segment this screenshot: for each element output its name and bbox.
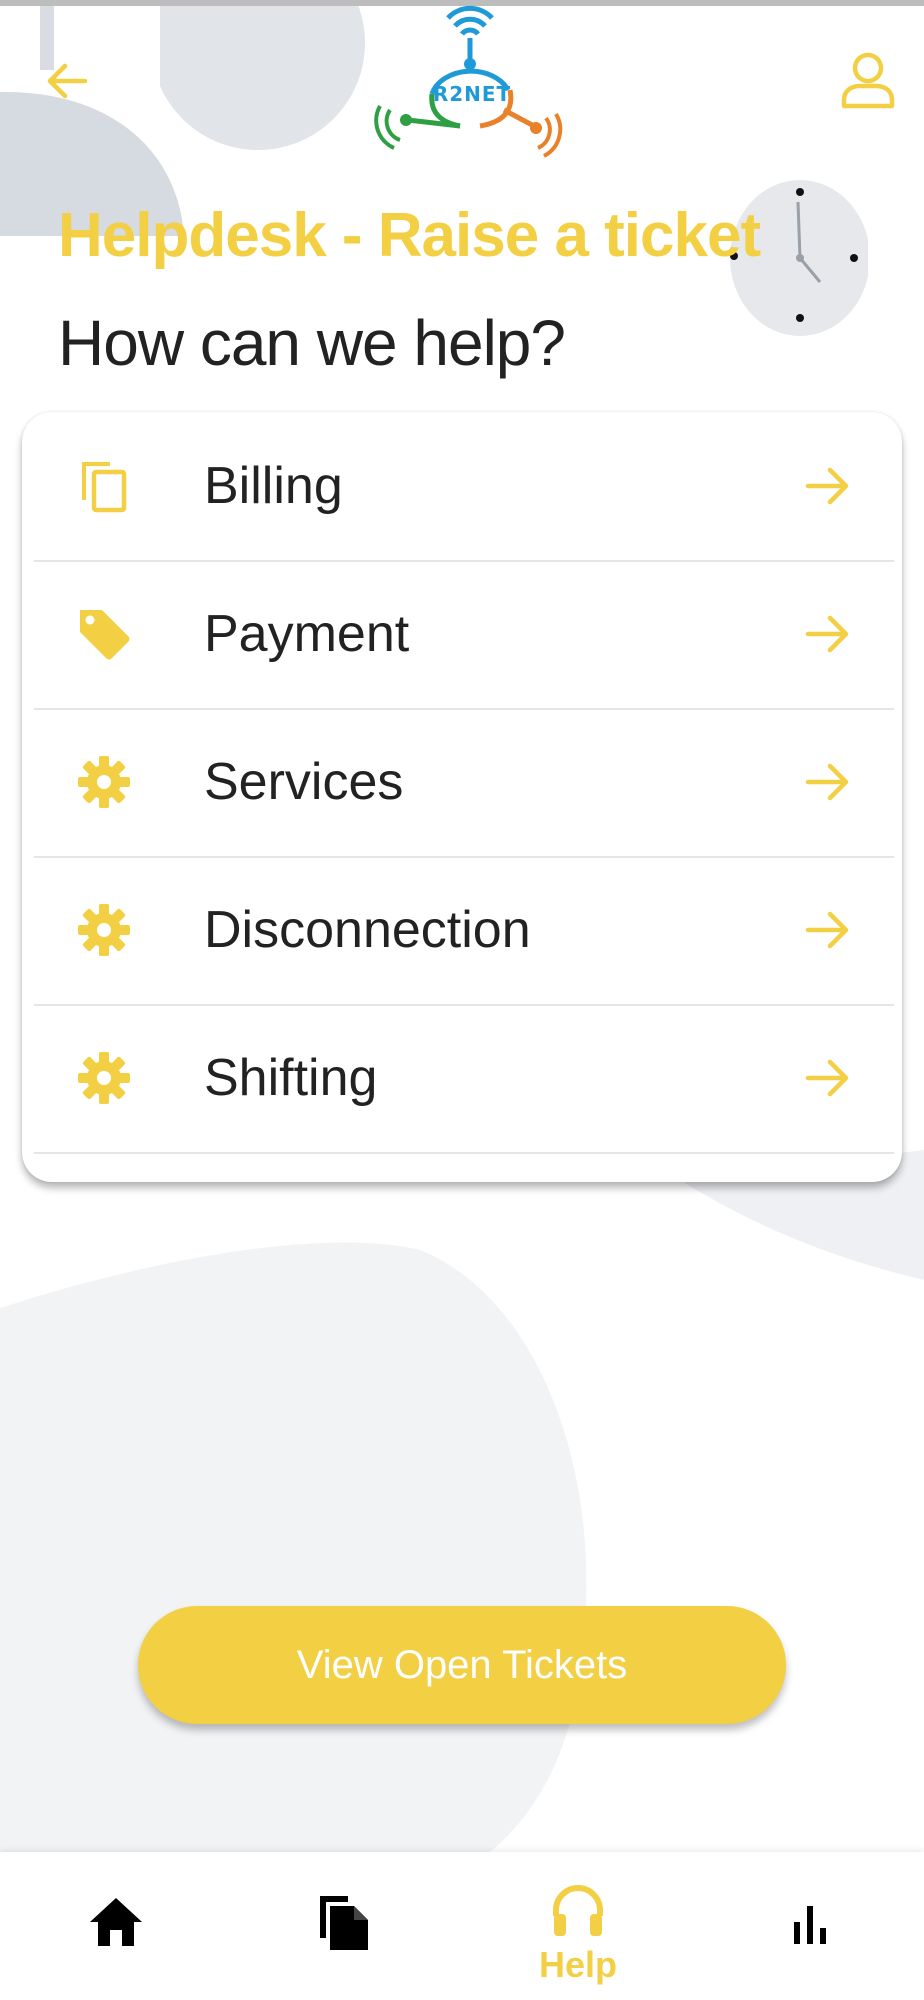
arrow-left-icon bbox=[47, 63, 88, 99]
menu-item-label: Billing bbox=[204, 457, 343, 515]
gear-icon bbox=[78, 1052, 130, 1104]
tag-icon bbox=[80, 610, 130, 660]
menu-item-payment[interactable]: Payment bbox=[34, 560, 894, 710]
headphones-icon bbox=[553, 1885, 603, 1936]
page-subtitle: How can we help? bbox=[58, 307, 566, 379]
nav-help[interactable]: Help bbox=[518, 1852, 638, 2000]
profile-button[interactable] bbox=[832, 44, 904, 116]
page-title: Helpdesk - Raise a ticket bbox=[58, 201, 761, 270]
documents-icon bbox=[320, 1896, 368, 1950]
nav-home[interactable] bbox=[56, 1852, 176, 2000]
gear-icon bbox=[78, 904, 130, 956]
arrow-right-icon bbox=[805, 911, 849, 949]
menu-item-services[interactable]: Services bbox=[34, 708, 894, 858]
back-button[interactable] bbox=[34, 48, 100, 114]
bottom-navigation: Help bbox=[0, 1852, 924, 2000]
nav-help-label: Help bbox=[538, 1944, 617, 1985]
menu-item-billing[interactable]: Billing bbox=[34, 412, 894, 562]
gear-icon bbox=[78, 756, 130, 808]
arrow-right-icon bbox=[805, 467, 849, 505]
menu-item-disconnection[interactable]: Disconnection bbox=[34, 856, 894, 1006]
logo-graphic bbox=[374, 5, 563, 158]
helpdesk-category-list: Billing Payment Services Disconnection S… bbox=[22, 412, 902, 1182]
copy-icon bbox=[82, 462, 127, 513]
arrow-right-icon bbox=[805, 763, 849, 801]
menu-item-label: Services bbox=[204, 753, 404, 811]
view-open-tickets-button[interactable]: View Open Tickets bbox=[138, 1606, 786, 1724]
arrow-right-icon bbox=[805, 615, 849, 653]
r2net-logo: R2NET bbox=[368, 2, 574, 158]
nav-stats[interactable] bbox=[750, 1852, 870, 2000]
logo-text: R2NET bbox=[432, 82, 512, 106]
user-icon bbox=[841, 52, 895, 109]
menu-item-label: Shifting bbox=[204, 1049, 378, 1107]
nav-documents[interactable] bbox=[284, 1852, 404, 2000]
arrow-right-icon bbox=[805, 1059, 849, 1097]
menu-item-shifting[interactable]: Shifting bbox=[34, 1004, 894, 1154]
home-icon bbox=[90, 1898, 142, 1946]
menu-item-label: Payment bbox=[204, 605, 410, 663]
bar-chart-icon bbox=[794, 1906, 826, 1944]
menu-item-label: Disconnection bbox=[204, 901, 531, 959]
